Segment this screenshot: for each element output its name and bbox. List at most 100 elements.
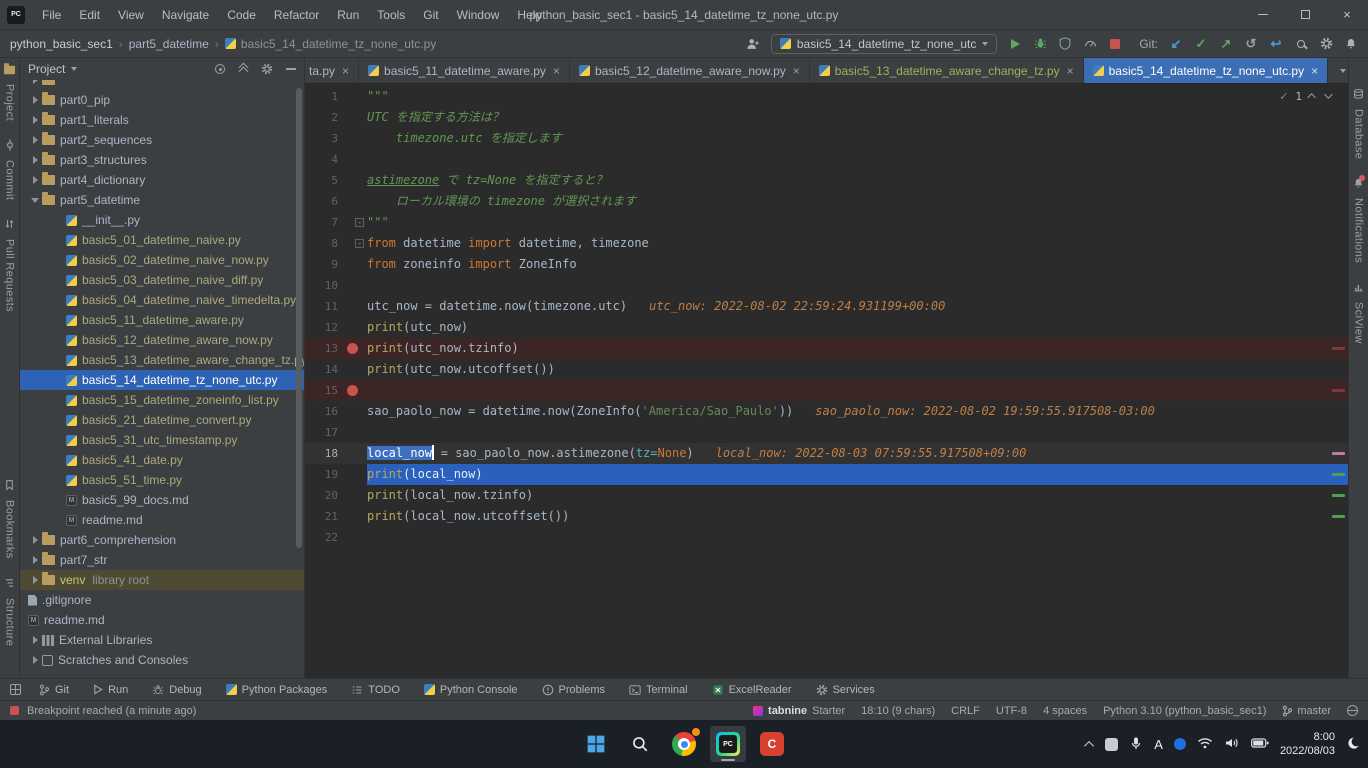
gutter-cell[interactable]: [341, 86, 367, 107]
menu-file[interactable]: File: [33, 0, 70, 30]
code-line[interactable]: 11utc_now = datetime.now(timezone.utc)ut…: [305, 296, 1348, 317]
fold-marker-icon[interactable]: -: [355, 218, 364, 227]
panel-settings-icon[interactable]: [261, 63, 273, 75]
file-encoding[interactable]: UTF-8: [996, 705, 1027, 717]
code-line[interactable]: 19print(local_now): [305, 464, 1348, 485]
error-stripe-mark[interactable]: [1332, 473, 1345, 476]
tool-stripe-sciview[interactable]: SciView: [1353, 281, 1365, 344]
git-history-button[interactable]: ↺: [1244, 36, 1258, 52]
error-stripe-mark[interactable]: [1332, 389, 1345, 392]
project-panel-title[interactable]: Project: [28, 62, 65, 76]
gutter-cell[interactable]: [341, 296, 367, 317]
gutter-cell[interactable]: [341, 464, 367, 485]
code-with-me-icon[interactable]: [746, 37, 760, 51]
tool-window-terminal[interactable]: Terminal: [629, 684, 688, 696]
tool-window-todo[interactable]: TODO: [351, 684, 400, 696]
chrome-button[interactable]: [666, 726, 702, 762]
notifications-bell-icon[interactable]: [1344, 37, 1358, 50]
tool-window-switcher-icon[interactable]: [10, 684, 21, 695]
tree-item[interactable]: Scratches and Consoles: [20, 650, 304, 670]
tree-item[interactable]: __init__.py: [20, 210, 304, 230]
breakpoint-icon[interactable]: [347, 385, 358, 396]
python-interpreter[interactable]: Python 3.10 (python_basic_sec1): [1103, 705, 1266, 717]
code-line[interactable]: 7-""": [305, 212, 1348, 233]
chevron-right-icon[interactable]: [28, 156, 42, 164]
breakpoint-icon[interactable]: [347, 343, 358, 354]
chevron-right-icon[interactable]: [28, 80, 42, 84]
tree-item[interactable]: basic5_11_datetime_aware.py: [20, 310, 304, 330]
gutter-cell[interactable]: [341, 422, 367, 443]
gutter-cell[interactable]: [341, 254, 367, 275]
wifi-icon[interactable]: [1197, 737, 1213, 752]
close-tab-icon[interactable]: ×: [1067, 64, 1074, 78]
breadcrumb-item[interactable]: basic5_14_datetime_tz_none_utc.py: [241, 37, 436, 51]
tree-item[interactable]: basic5_31_utc_timestamp.py: [20, 430, 304, 450]
code-line[interactable]: 6 ローカル環境の timezone が選択されます: [305, 191, 1348, 212]
tree-item[interactable]: basic5_13_datetime_aware_change_tz.py: [20, 350, 304, 370]
hidden-tabs-chevron-icon[interactable]: [1340, 69, 1346, 73]
code-line[interactable]: 1""": [305, 86, 1348, 107]
error-stripe-mark[interactable]: [1332, 347, 1345, 350]
editor[interactable]: 1"""2UTC を指定する方法は？3 timezone.utc を指定します4…: [305, 84, 1348, 678]
menu-tools[interactable]: Tools: [368, 0, 414, 30]
editor-tab[interactable]: basic5_12_datetime_aware_now.py×: [570, 58, 810, 83]
tree-item[interactable]: basic5_03_datetime_naive_diff.py: [20, 270, 304, 290]
error-stripe-mark[interactable]: [1332, 515, 1345, 518]
editor-tab[interactable]: ta.py×: [305, 58, 359, 83]
hide-panel-icon[interactable]: [286, 68, 296, 70]
gutter-cell[interactable]: -: [341, 233, 367, 254]
tool-window-debug[interactable]: Debug: [152, 684, 201, 696]
tree-item[interactable]: part6_comprehension: [20, 530, 304, 550]
code-line[interactable]: 15: [305, 380, 1348, 401]
code-line[interactable]: 5astimezone で tz=None を指定すると？: [305, 170, 1348, 191]
tool-stripe-pull-requests[interactable]: Pull Requests: [4, 218, 16, 312]
gutter-cell[interactable]: [341, 401, 367, 422]
focus-assist-moon-icon[interactable]: [1346, 736, 1360, 753]
debug-button[interactable]: [1033, 37, 1047, 50]
gutter-cell[interactable]: [341, 317, 367, 338]
tree-item[interactable]: basic5_15_datetime_zoneinfo_list.py: [20, 390, 304, 410]
battery-icon[interactable]: [1251, 737, 1269, 751]
taskbar-clock[interactable]: 8:00 2022/08/03: [1280, 730, 1335, 759]
code-line[interactable]: 8-from datetime import datetime, timezon…: [305, 233, 1348, 254]
locate-file-icon[interactable]: [215, 64, 225, 74]
error-stripe-mark[interactable]: [1332, 452, 1345, 455]
error-stripe-mark[interactable]: [1332, 494, 1345, 497]
tree-item[interactable]: [20, 80, 304, 90]
code-line[interactable]: 16sao_paolo_now = datetime.now(ZoneInfo(…: [305, 401, 1348, 422]
search-everywhere-icon[interactable]: [1294, 40, 1308, 48]
gutter-cell[interactable]: [341, 485, 367, 506]
tree-item[interactable]: basic5_21_datetime_convert.py: [20, 410, 304, 430]
gutter-cell[interactable]: [341, 128, 367, 149]
menu-navigate[interactable]: Navigate: [153, 0, 218, 30]
tool-stripe-project[interactable]: Project: [3, 64, 16, 121]
code-line[interactable]: 2UTC を指定する方法は？: [305, 107, 1348, 128]
red-app-button[interactable]: C: [754, 726, 790, 762]
chevron-right-icon[interactable]: [28, 636, 42, 644]
tree-item[interactable]: Mreadme.md: [20, 510, 304, 530]
gutter-cell[interactable]: [341, 275, 367, 296]
tree-item[interactable]: basic5_04_datetime_naive_timedelta.py: [20, 290, 304, 310]
code-line[interactable]: 12print(utc_now): [305, 317, 1348, 338]
menu-run[interactable]: Run: [328, 0, 368, 30]
chevron-right-icon[interactable]: [28, 96, 42, 104]
line-separator[interactable]: CRLF: [951, 705, 980, 717]
editor-tab[interactable]: basic5_14_datetime_tz_none_utc.py×: [1084, 58, 1329, 83]
tool-window-excelreader[interactable]: ExcelReader: [712, 684, 792, 696]
scrollbar[interactable]: [296, 88, 302, 548]
volume-icon[interactable]: [1224, 736, 1240, 753]
tool-stripe-database[interactable]: Database: [1353, 88, 1365, 159]
tool-window-git[interactable]: Git: [39, 684, 69, 696]
chevron-right-icon[interactable]: [28, 116, 42, 124]
pycharm-taskbar-button[interactable]: PC: [710, 726, 746, 762]
chevron-right-icon[interactable]: [28, 536, 42, 544]
tool-stripe-bookmarks[interactable]: Bookmarks: [4, 479, 16, 559]
status-misc-icon[interactable]: [1347, 705, 1358, 716]
run-button[interactable]: [1008, 39, 1022, 49]
tree-item[interactable]: basic5_02_datetime_naive_now.py: [20, 250, 304, 270]
breadcrumb-item[interactable]: python_basic_sec1: [10, 37, 113, 51]
gutter-cell[interactable]: [341, 443, 367, 464]
tree-item[interactable]: part0_pip: [20, 90, 304, 110]
close-tab-icon[interactable]: ×: [553, 64, 560, 78]
menu-code[interactable]: Code: [218, 0, 265, 30]
